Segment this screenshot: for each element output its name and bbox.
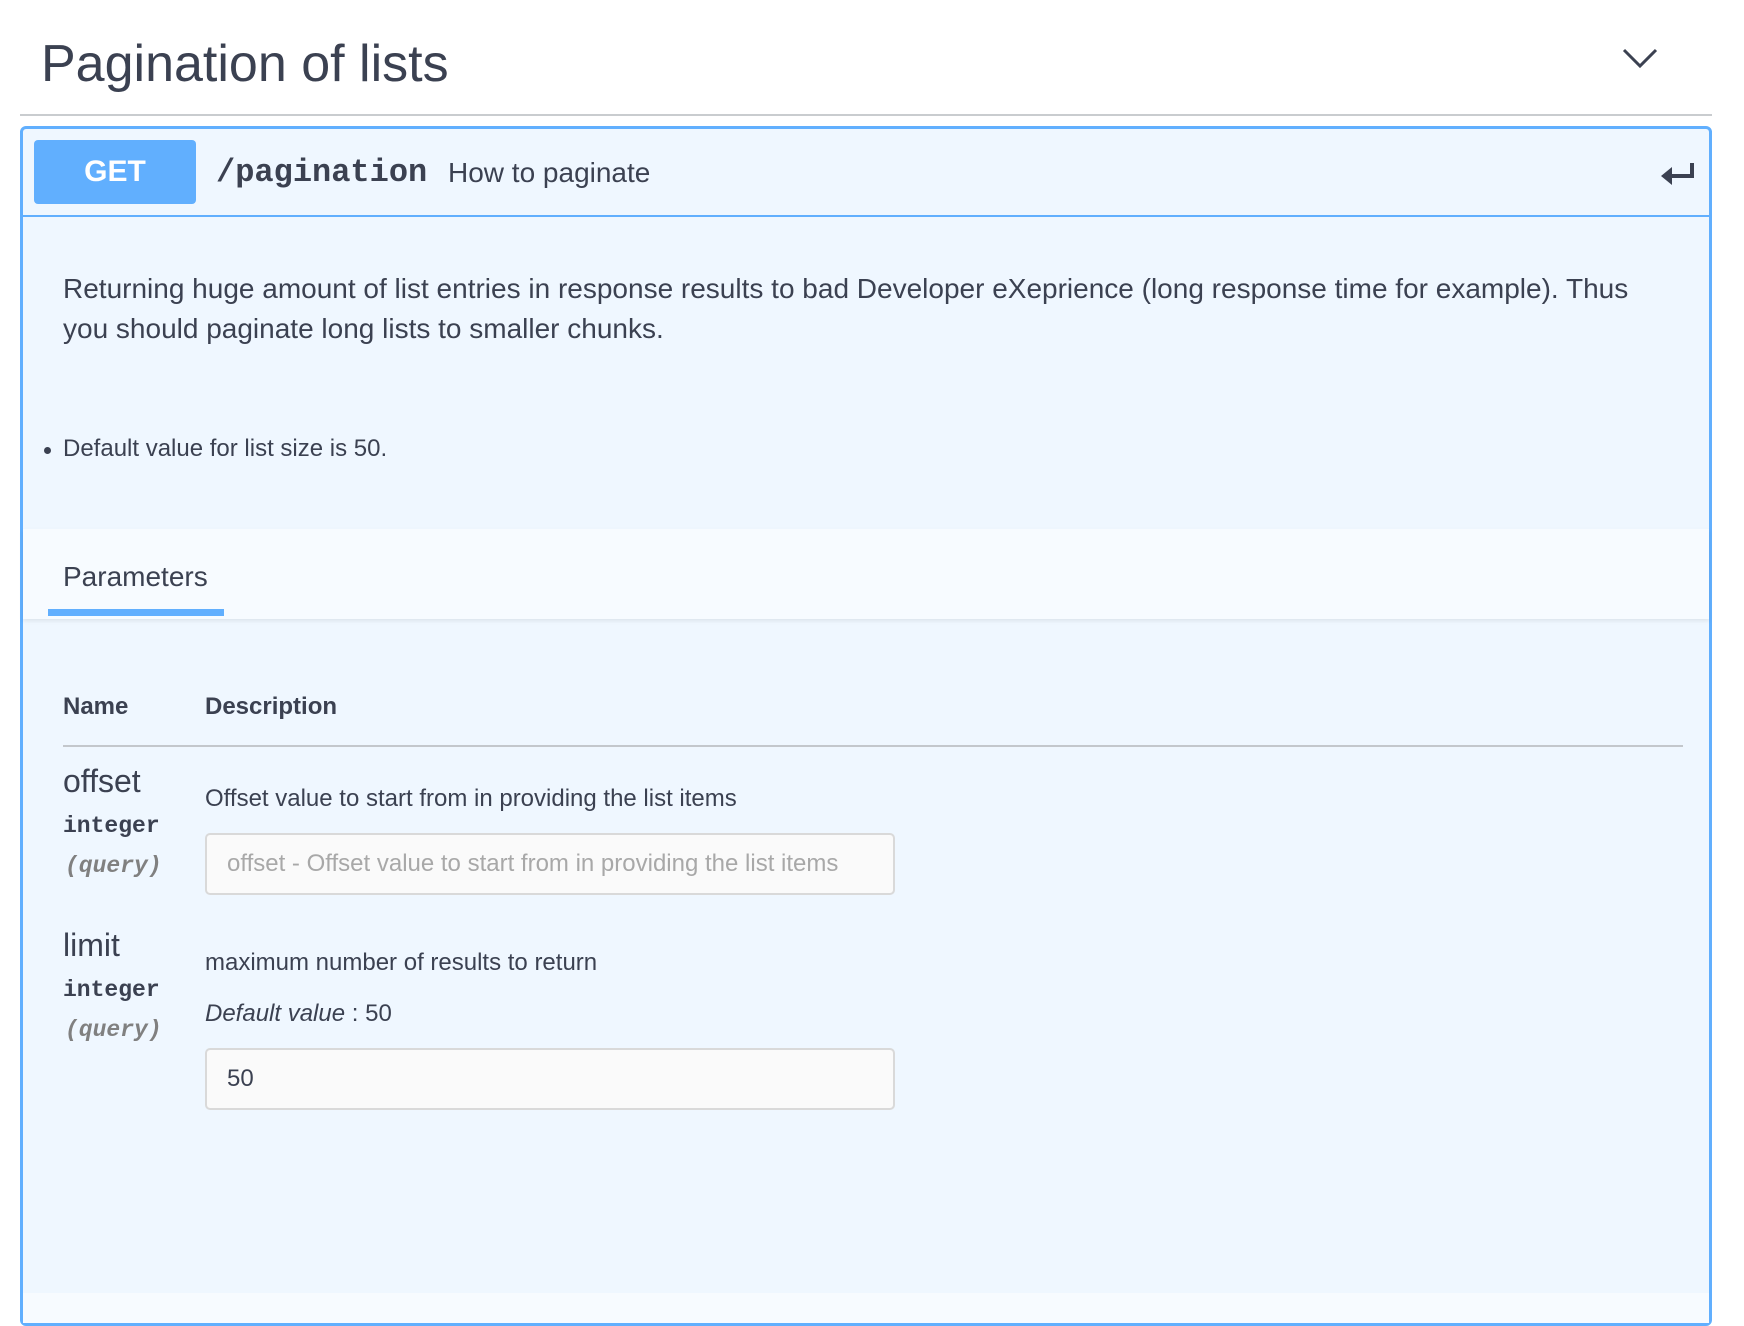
tab-active-indicator [48,609,224,616]
method-badge: GET [34,140,196,204]
header-divider [63,745,1683,747]
operation-summary[interactable]: GET /pagination How to paginate [23,129,1709,217]
default-value-label: Default value [205,1000,346,1027]
param-name-limit: limit [63,927,120,963]
chevron-down-icon[interactable] [1620,44,1660,72]
column-header-description: Description [205,693,338,720]
default-value: 50 [365,1000,392,1027]
param-in-offset: (query) [65,853,162,879]
param-type-limit: integer [63,977,160,1003]
param-type-offset: integer [63,813,160,839]
param-default-limit: Default value : 50 [205,996,392,1032]
param-in-limit: (query) [65,1017,162,1043]
section-title: Pagination of lists [41,35,449,93]
list-item: Default value for list size is 50. [43,429,387,469]
param-name-offset: offset [63,763,141,799]
operation-description: Returning huge amount of list entries in… [63,273,1629,344]
param-description-offset: Offset value to start from in providing … [205,785,737,812]
default-value-separator: : [345,1000,366,1027]
return-arrow-icon[interactable] [1659,159,1695,187]
operation-summary-text: How to paginate [448,157,651,188]
tab-parameters[interactable]: Parameters [48,529,224,619]
offset-input[interactable] [205,833,895,895]
param-description-limit: maximum number of results to return [205,949,598,976]
parameters-header: Parameters [23,529,1709,619]
operation-path: /pagination [216,154,428,191]
tab-parameters-label: Parameters [63,561,208,592]
column-header-name: Name [63,693,129,720]
notes-list: Default value for list size is 50. [23,429,387,469]
operation-block-get-pagination: GET /pagination How to paginate Returnin… [20,126,1712,1326]
section-header[interactable]: Pagination of lists [20,0,1712,116]
limit-input[interactable] [205,1048,895,1110]
